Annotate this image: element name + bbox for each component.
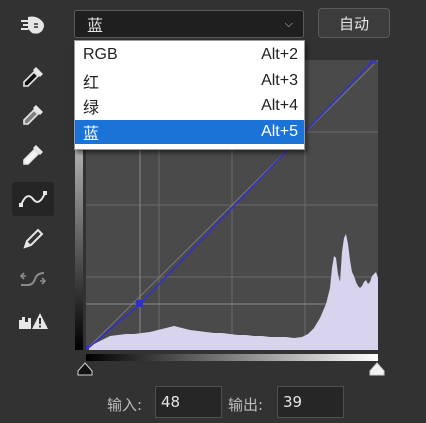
on-image-adjust-tool[interactable] bbox=[12, 8, 54, 42]
output-value-field[interactable]: 39 bbox=[277, 386, 344, 418]
input-value-field[interactable]: 48 bbox=[155, 386, 222, 418]
channel-option-shortcut: Alt+3 bbox=[261, 72, 298, 89]
channel-option-shortcut: Alt+2 bbox=[261, 46, 298, 63]
gray-eyedropper-icon bbox=[23, 105, 43, 125]
chevron-down-icon: ⌵ bbox=[284, 17, 293, 30]
edit-points-curve-tool[interactable] bbox=[12, 182, 54, 216]
output-label: 输出: bbox=[228, 396, 264, 414]
histogram-warning-icon bbox=[19, 313, 48, 329]
smooth-curve-icon bbox=[19, 272, 47, 286]
black-eyedropper-icon bbox=[23, 67, 43, 87]
sample-gray-point-tool[interactable] bbox=[12, 98, 54, 132]
white-eyedropper-icon bbox=[23, 145, 43, 165]
white-point-slider[interactable] bbox=[369, 362, 385, 376]
channel-option-label: RGB bbox=[83, 46, 118, 63]
channel-option-label: 蓝 bbox=[83, 126, 100, 143]
black-point-slider[interactable] bbox=[77, 362, 93, 376]
curve-points-icon bbox=[19, 191, 47, 207]
draw-curve-tool[interactable] bbox=[12, 222, 54, 256]
channel-select-value: 蓝 bbox=[87, 16, 104, 35]
channel-option-shortcut: Alt+5 bbox=[261, 123, 298, 140]
channel-select[interactable]: 蓝 ⌵ bbox=[74, 10, 304, 38]
clipping-warning-tool[interactable] bbox=[12, 304, 54, 338]
channel-option-label: 红 bbox=[83, 75, 100, 92]
input-label: 输入: bbox=[107, 396, 143, 414]
channel-option-blue[interactable]: 蓝 Alt+5 bbox=[75, 120, 304, 144]
curve-point-selected[interactable] bbox=[136, 300, 143, 307]
smooth-curve-tool[interactable] bbox=[12, 262, 54, 296]
curve-point-black[interactable] bbox=[86, 346, 89, 350]
channel-option-rgb[interactable]: RGB Alt+2 bbox=[75, 43, 304, 67]
channel-dropdown-menu: RGB Alt+2 红 Alt+3 绿 Alt+4 蓝 Alt+5 bbox=[74, 40, 305, 150]
sample-white-point-tool[interactable] bbox=[12, 138, 54, 172]
channel-option-green[interactable]: 绿 Alt+4 bbox=[75, 94, 304, 118]
input-gradient-bar bbox=[86, 354, 378, 361]
hand-adjust-icon bbox=[21, 16, 44, 34]
channel-option-red[interactable]: 红 Alt+3 bbox=[75, 69, 304, 93]
auto-button[interactable]: 自动 bbox=[318, 8, 390, 38]
sample-black-point-tool[interactable] bbox=[12, 60, 54, 94]
channel-option-shortcut: Alt+4 bbox=[261, 97, 298, 114]
channel-option-label: 绿 bbox=[83, 100, 100, 117]
pencil-icon bbox=[23, 228, 44, 249]
